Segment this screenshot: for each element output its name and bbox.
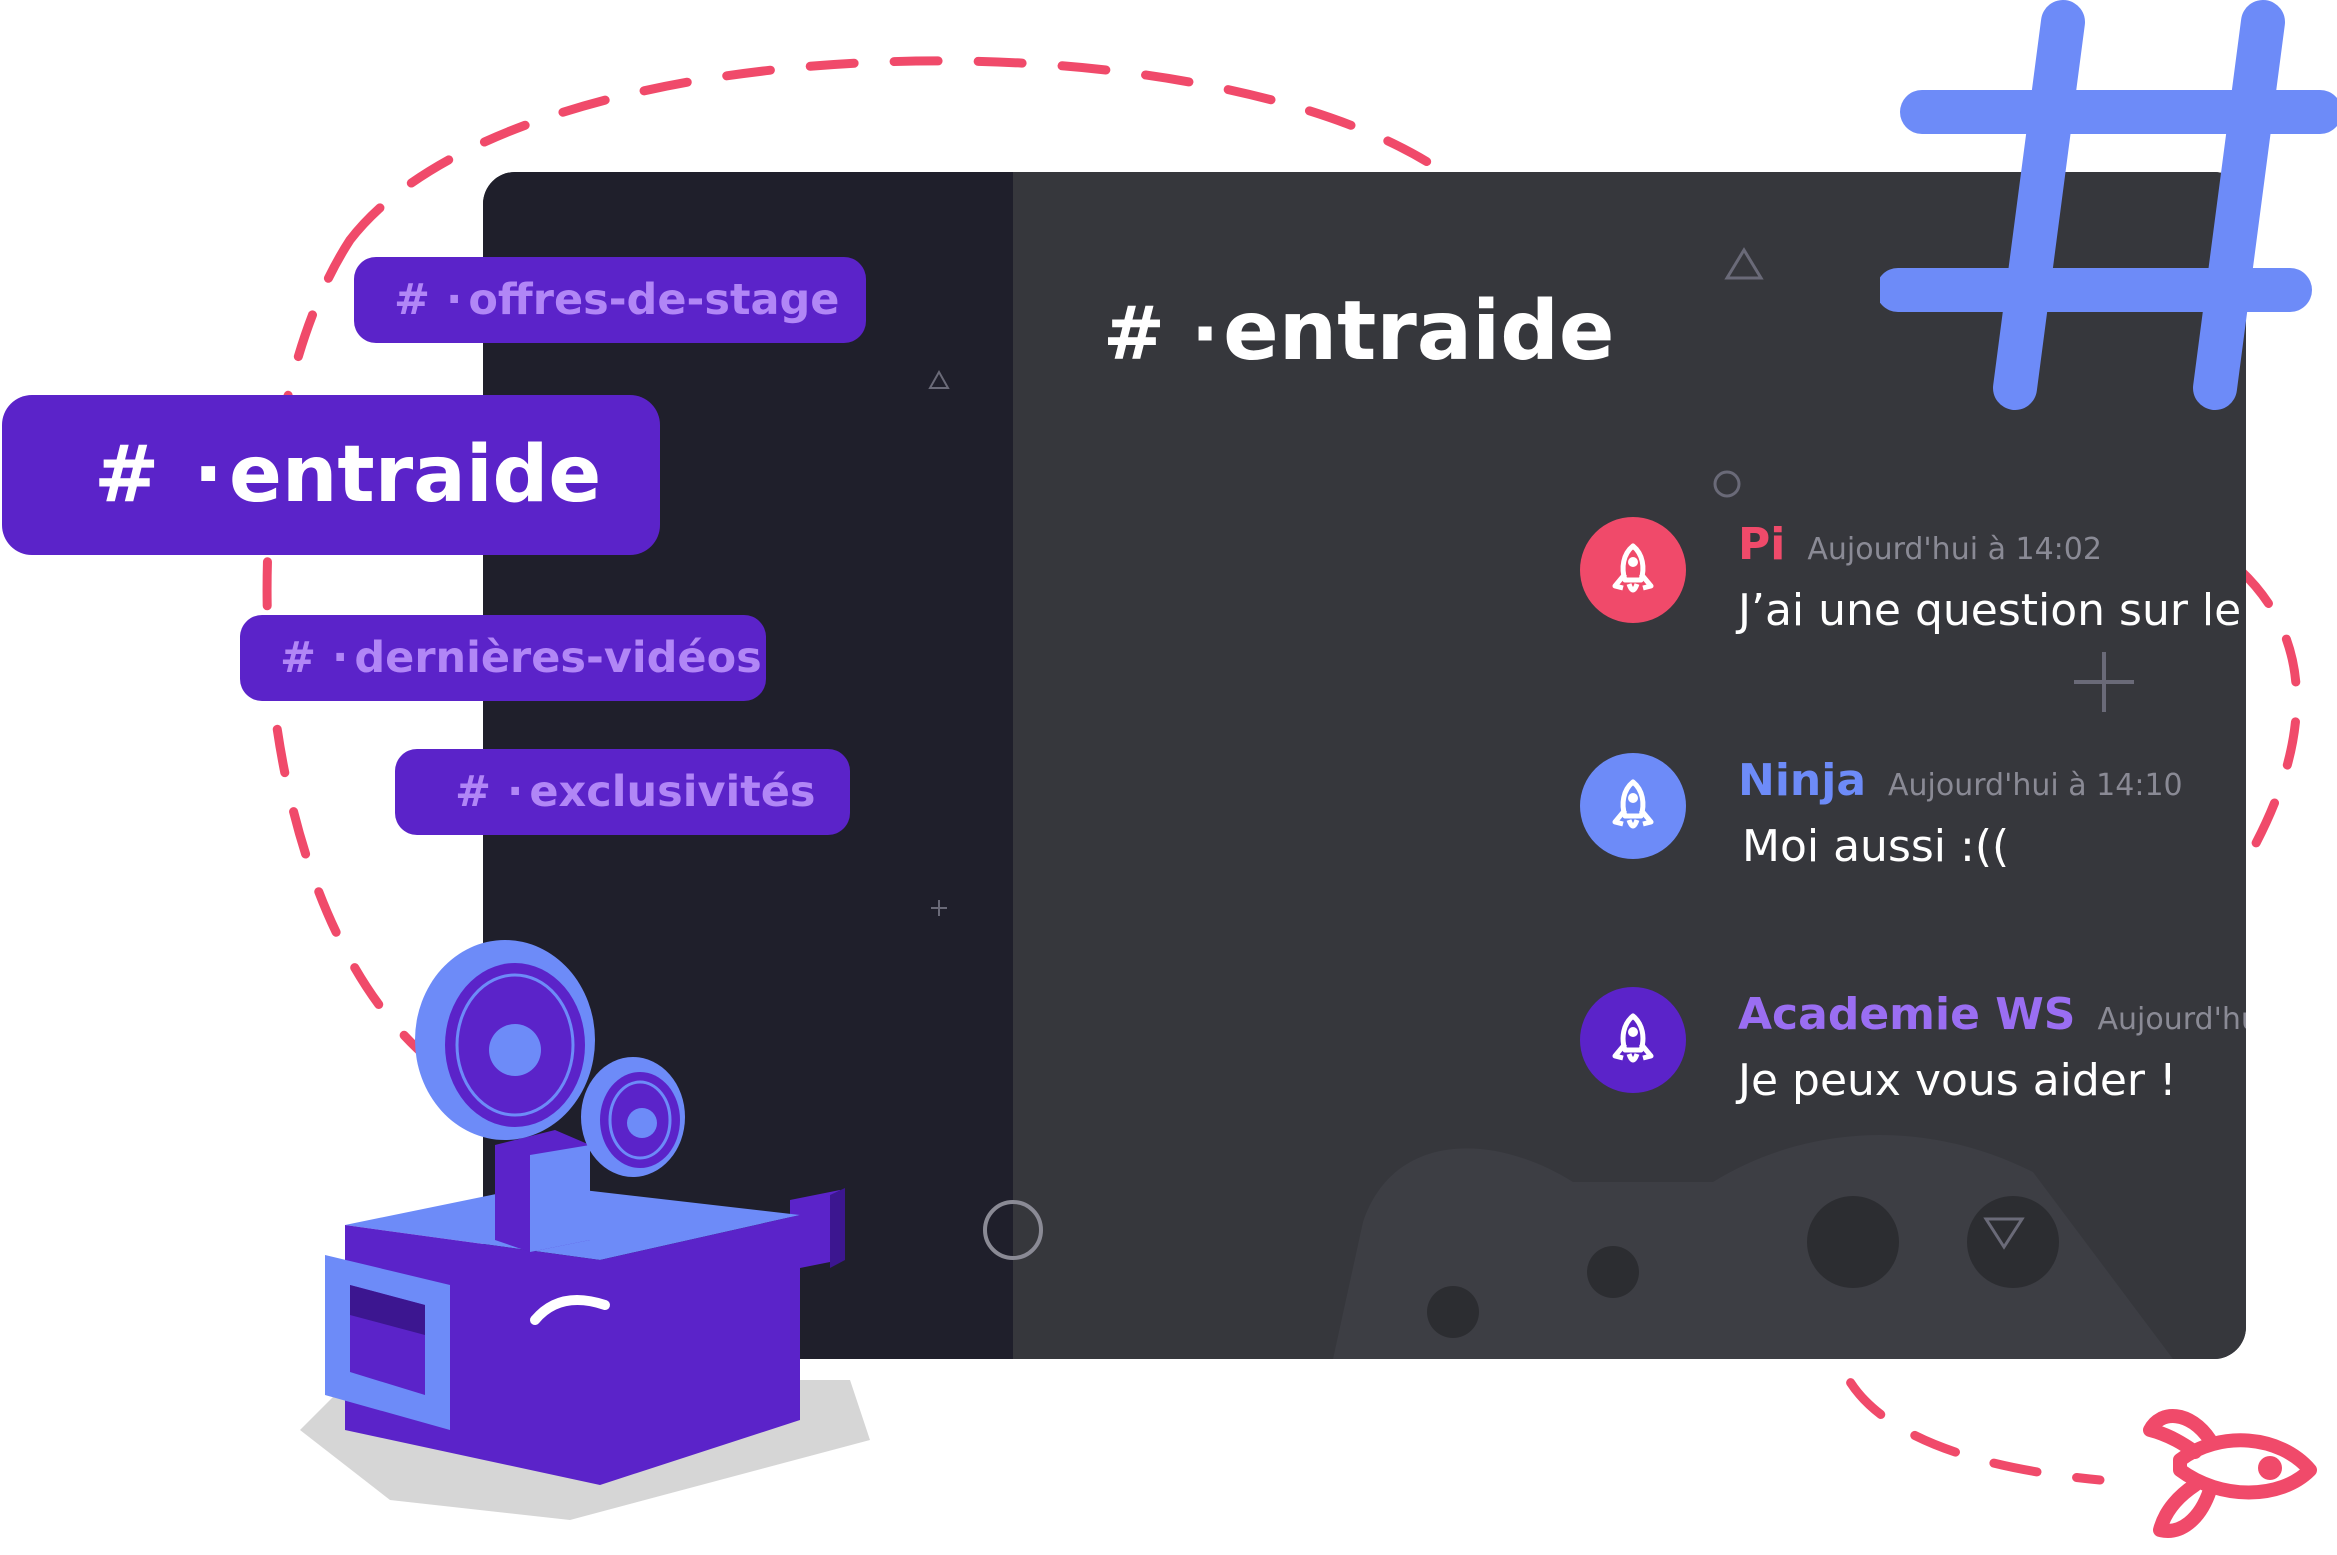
message-author[interactable]: Academie WS (1738, 989, 2075, 1040)
channel-name: offres-de-stage (468, 275, 840, 325)
channel-name: exclusivités (529, 767, 816, 817)
message-author[interactable]: Pi (1738, 519, 1785, 570)
avatar[interactable] (1580, 987, 1686, 1093)
channel-name: entraide (229, 430, 602, 520)
triangle-decoration (1724, 247, 1764, 280)
rocket-icon (1612, 779, 1654, 829)
rocket-icon (2143, 1409, 2317, 1538)
message-timestamp: Aujourd'hui à 14:02 (1807, 532, 2102, 567)
message-text: J’ai une question sur le code (1738, 585, 2246, 636)
message-timestamp: Aujourd'hui à 14:10 (1888, 768, 2183, 803)
channel-pill-entraide[interactable]: # · entraide (2, 395, 660, 555)
avatar[interactable] (1580, 753, 1686, 859)
message-text: Je peux vous aider ! (1738, 1055, 2177, 1106)
film-camera-icon (300, 940, 870, 1520)
circle-decoration (1713, 470, 1741, 498)
chat-title: # ·entraide (1103, 284, 1615, 379)
message-author[interactable]: Ninja (1738, 755, 1866, 806)
channel-hash: # (394, 275, 431, 325)
rocket-icon (1612, 1013, 1654, 1063)
plus-decoration (931, 900, 947, 916)
message-header: Pi Aujourd'hui à 14:02 (1738, 519, 2102, 570)
message-item: Academie WS Aujourd'hui à 14:12 Je peux v… (1580, 987, 2246, 1107)
channel-hash: # (1103, 291, 1166, 377)
channel-hash: # (94, 430, 160, 520)
message-header: Ninja Aujourd'hui à 14:10 (1738, 755, 2183, 806)
channel-dot: · (332, 633, 349, 683)
channel-dot: · (1191, 291, 1220, 377)
channel-name: dernières-vidéos (354, 633, 762, 683)
avatar[interactable] (1580, 517, 1686, 623)
channel-dot: · (446, 275, 463, 325)
message-timestamp: Aujourd'hui à 14:12 (2097, 1002, 2246, 1037)
channel-pill-dernieres-videos[interactable]: # · dernières-vidéos (240, 615, 766, 701)
plus-decoration (2074, 652, 2134, 712)
message-item: Ninja Aujourd'hui à 14:10 Moi aussi :(( (1580, 753, 2246, 873)
rocket-icon (1612, 543, 1654, 593)
channel-dot: · (193, 430, 223, 520)
channel-pill-exclusivites[interactable]: # · exclusivités (395, 749, 850, 835)
hash-icon (1880, 0, 2337, 410)
channel-name: entraide (1223, 284, 1615, 379)
channel-pill-offres-de-stage[interactable]: # · offres-de-stage (354, 257, 866, 343)
channel-hash: # (455, 767, 492, 817)
channel-dot: · (507, 767, 524, 817)
message-item: Pi Aujourd'hui à 14:02 J’ai une question … (1580, 517, 2246, 637)
circle-decoration (983, 1200, 1043, 1260)
triangle-decoration (928, 369, 950, 389)
message-header: Academie WS Aujourd'hui à 14:12 (1738, 989, 2246, 1040)
channel-hash: # (280, 633, 317, 683)
message-text: Moi aussi :(( (1742, 821, 2010, 872)
